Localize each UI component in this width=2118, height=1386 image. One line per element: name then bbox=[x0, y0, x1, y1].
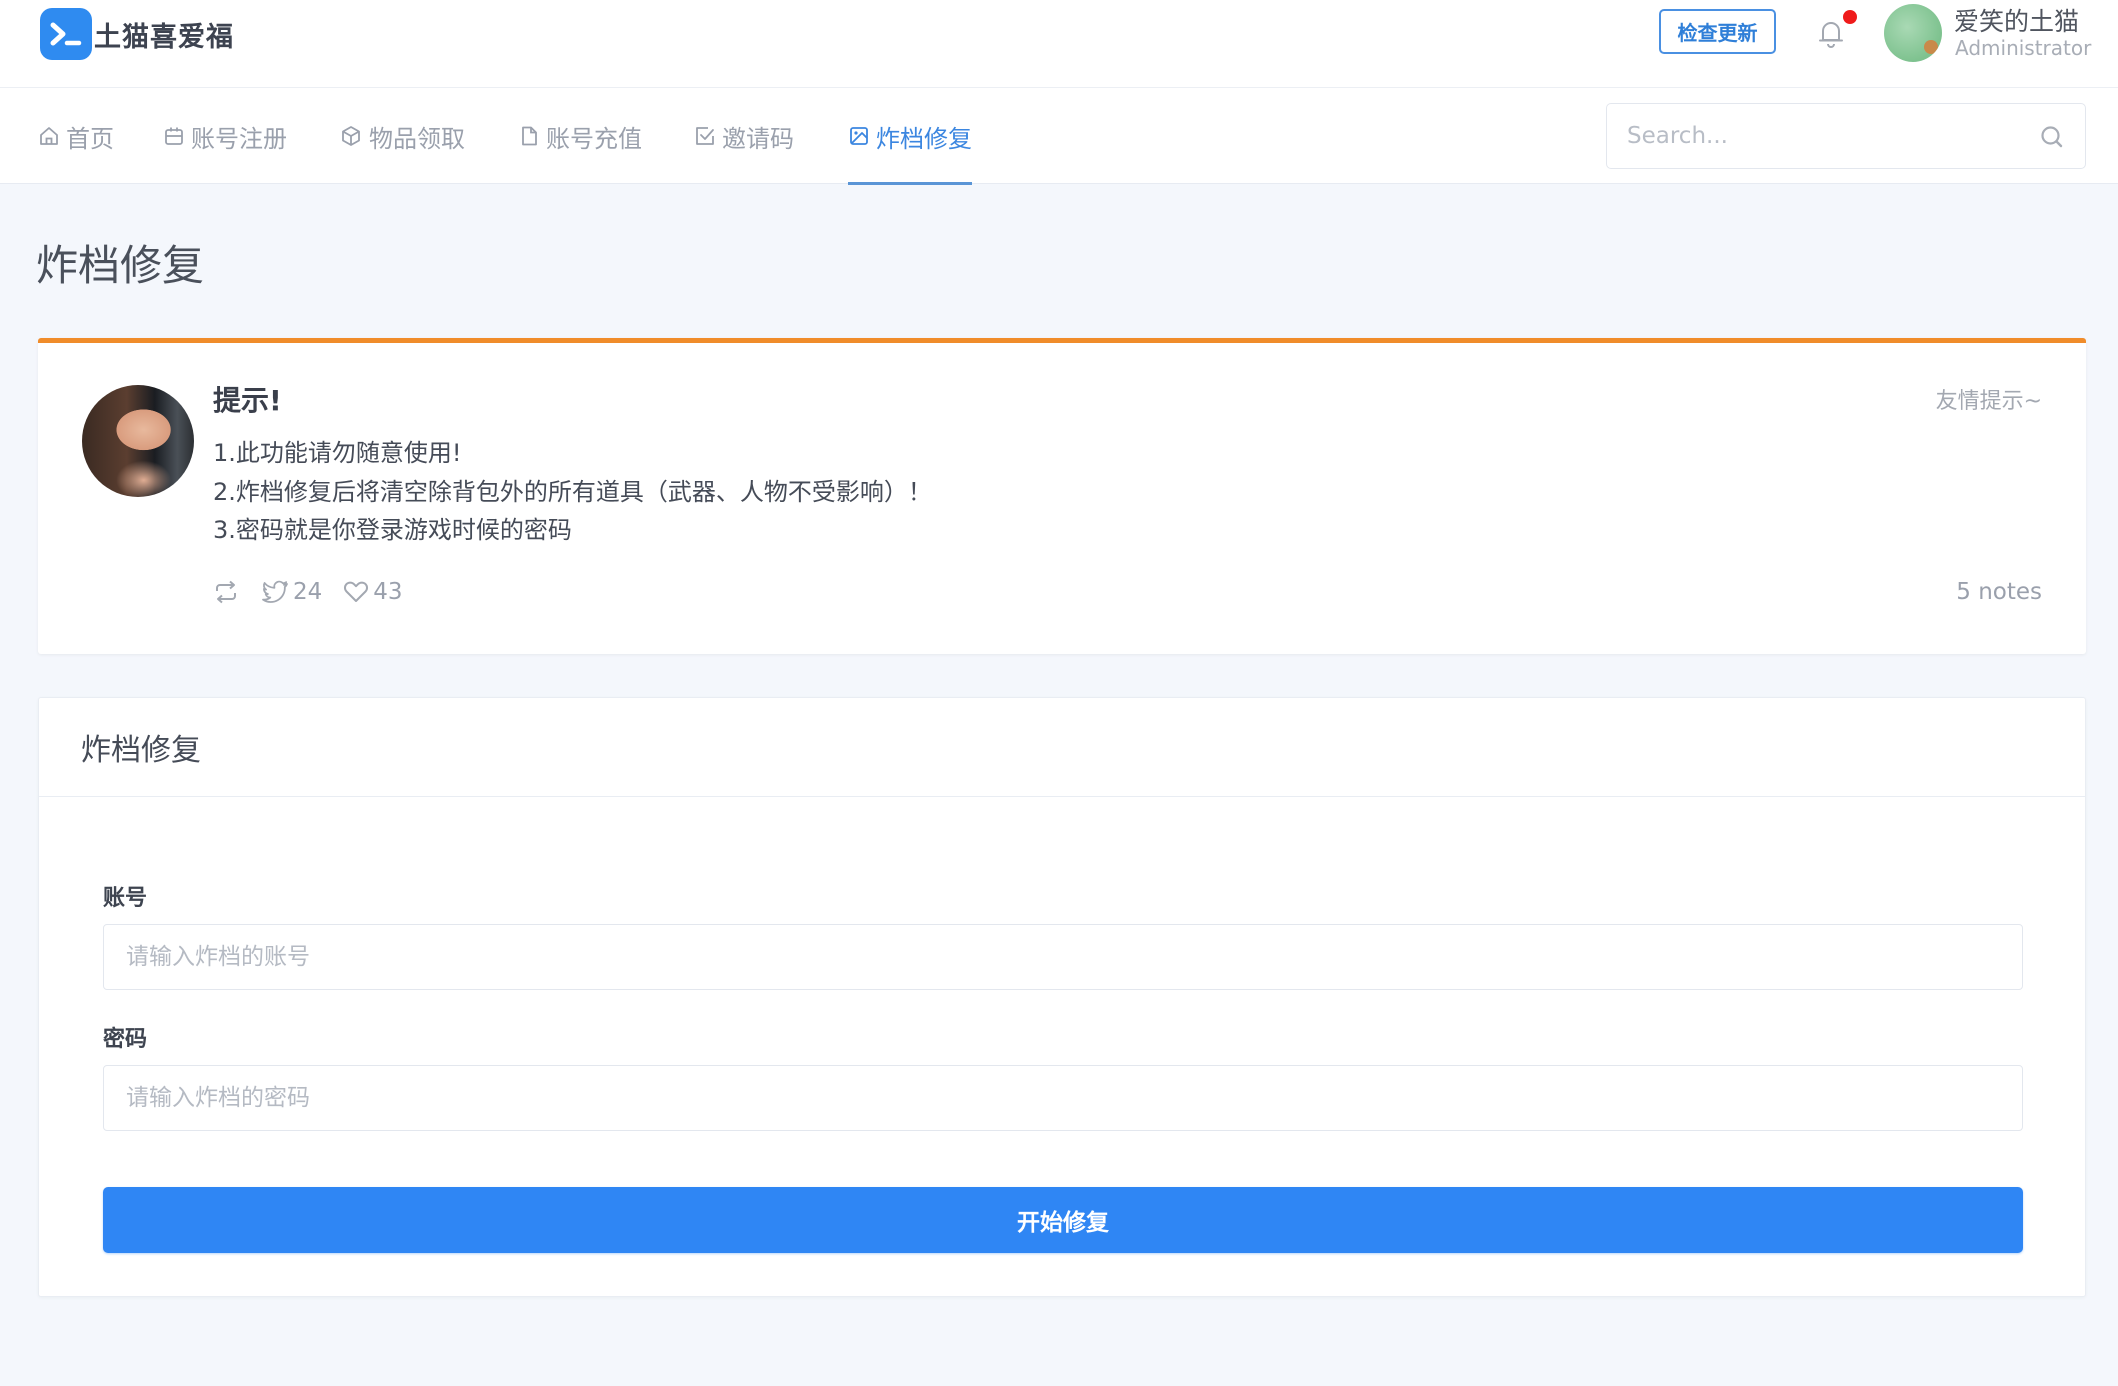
notice-line: 1.此功能请勿随意使用! bbox=[213, 439, 462, 467]
app-name: 土猫喜爱福 bbox=[94, 21, 234, 53]
account-label: 账号 bbox=[103, 886, 148, 911]
nav-item-register[interactable]: 账号注册 bbox=[163, 88, 287, 184]
notice-line: 3.密码就是你登录游戏时候的密码 bbox=[213, 516, 572, 544]
top-header: 土猫喜爱福 检查更新 爱笑的土猫 Administrator bbox=[0, 0, 2118, 88]
retweet-button[interactable] bbox=[213, 579, 242, 605]
notice-body: 1.此功能请勿随意使用! 2.炸档修复后将清空除背包外的所有道具（武器、人物不受… bbox=[213, 434, 932, 550]
nav-label: 邀请码 bbox=[722, 124, 794, 153]
nav-label: 账号注册 bbox=[191, 124, 287, 153]
notes-count[interactable]: 5 notes bbox=[1956, 579, 2042, 605]
check-square-icon bbox=[696, 127, 714, 145]
notification-badge bbox=[1843, 10, 1857, 24]
account-input[interactable] bbox=[103, 924, 2023, 990]
nav-item-invite-code[interactable]: 邀请码 bbox=[694, 88, 794, 184]
nav-label: 账号充值 bbox=[546, 124, 642, 153]
nav-item-recharge[interactable]: 账号充值 bbox=[518, 88, 642, 184]
brand[interactable]: 土猫喜爱福 bbox=[40, 6, 234, 62]
check-update-button[interactable]: 检查更新 bbox=[1659, 9, 1776, 54]
avatar-decoration bbox=[1924, 40, 1938, 54]
search-box bbox=[1606, 103, 2086, 169]
notice-card: 提示! 友情提示~ 1.此功能请勿随意使用! 2.炸档修复后将清空除背包外的所有… bbox=[38, 338, 2086, 654]
like-count: 43 bbox=[373, 579, 403, 605]
notice-line: 2.炸档修复后将清空除背包外的所有道具（武器、人物不受影响）！ bbox=[213, 477, 932, 506]
notice-avatar bbox=[82, 385, 194, 497]
notice-actions: 24 43 bbox=[213, 579, 423, 605]
file-icon bbox=[522, 126, 537, 146]
twitter-icon bbox=[262, 580, 288, 603]
heart-icon bbox=[344, 581, 369, 602]
twitter-share-button[interactable]: 24 bbox=[262, 579, 322, 605]
user-avatar[interactable] bbox=[1884, 4, 1942, 62]
bell-icon[interactable] bbox=[1816, 16, 1846, 50]
page-title: 炸档修复 bbox=[36, 241, 205, 290]
main-nav: 首页 账号注册 物品领取 账号充值 邀请码 炸档修复 Search... bbox=[0, 88, 2118, 185]
password-label: 密码 bbox=[103, 1027, 148, 1052]
nav-label: 首页 bbox=[66, 124, 114, 153]
retweet-icon bbox=[216, 580, 236, 604]
user-role: Administrator bbox=[1955, 36, 2092, 60]
user-name[interactable]: 爱笑的土猫 bbox=[1954, 2, 2079, 38]
terminal-logo-icon bbox=[40, 8, 92, 60]
password-input[interactable] bbox=[103, 1065, 2023, 1131]
notice-title: 提示! bbox=[213, 384, 282, 417]
form-title: 炸档修复 bbox=[39, 698, 2085, 797]
nav-item-save-repair[interactable]: 炸档修复 bbox=[848, 88, 972, 185]
home-icon bbox=[40, 127, 58, 145]
nav-label: 物品领取 bbox=[369, 124, 465, 153]
nav-item-home[interactable]: 首页 bbox=[38, 88, 114, 184]
notice-tag: 友情提示~ bbox=[1935, 389, 2042, 414]
nav-item-items[interactable]: 物品领取 bbox=[339, 88, 465, 184]
calendar-icon bbox=[165, 127, 183, 145]
nav-label: 炸档修复 bbox=[876, 124, 972, 153]
box-icon bbox=[342, 126, 360, 146]
search-input[interactable] bbox=[1627, 104, 2017, 168]
twitter-count: 24 bbox=[293, 579, 323, 605]
repair-form-card: 炸档修复 账号 密码 开始修复 bbox=[38, 697, 2086, 1297]
search-icon[interactable] bbox=[2039, 124, 2065, 150]
image-icon bbox=[850, 127, 868, 145]
like-button[interactable]: 43 bbox=[342, 579, 403, 605]
start-repair-button[interactable]: 开始修复 bbox=[103, 1187, 2023, 1253]
